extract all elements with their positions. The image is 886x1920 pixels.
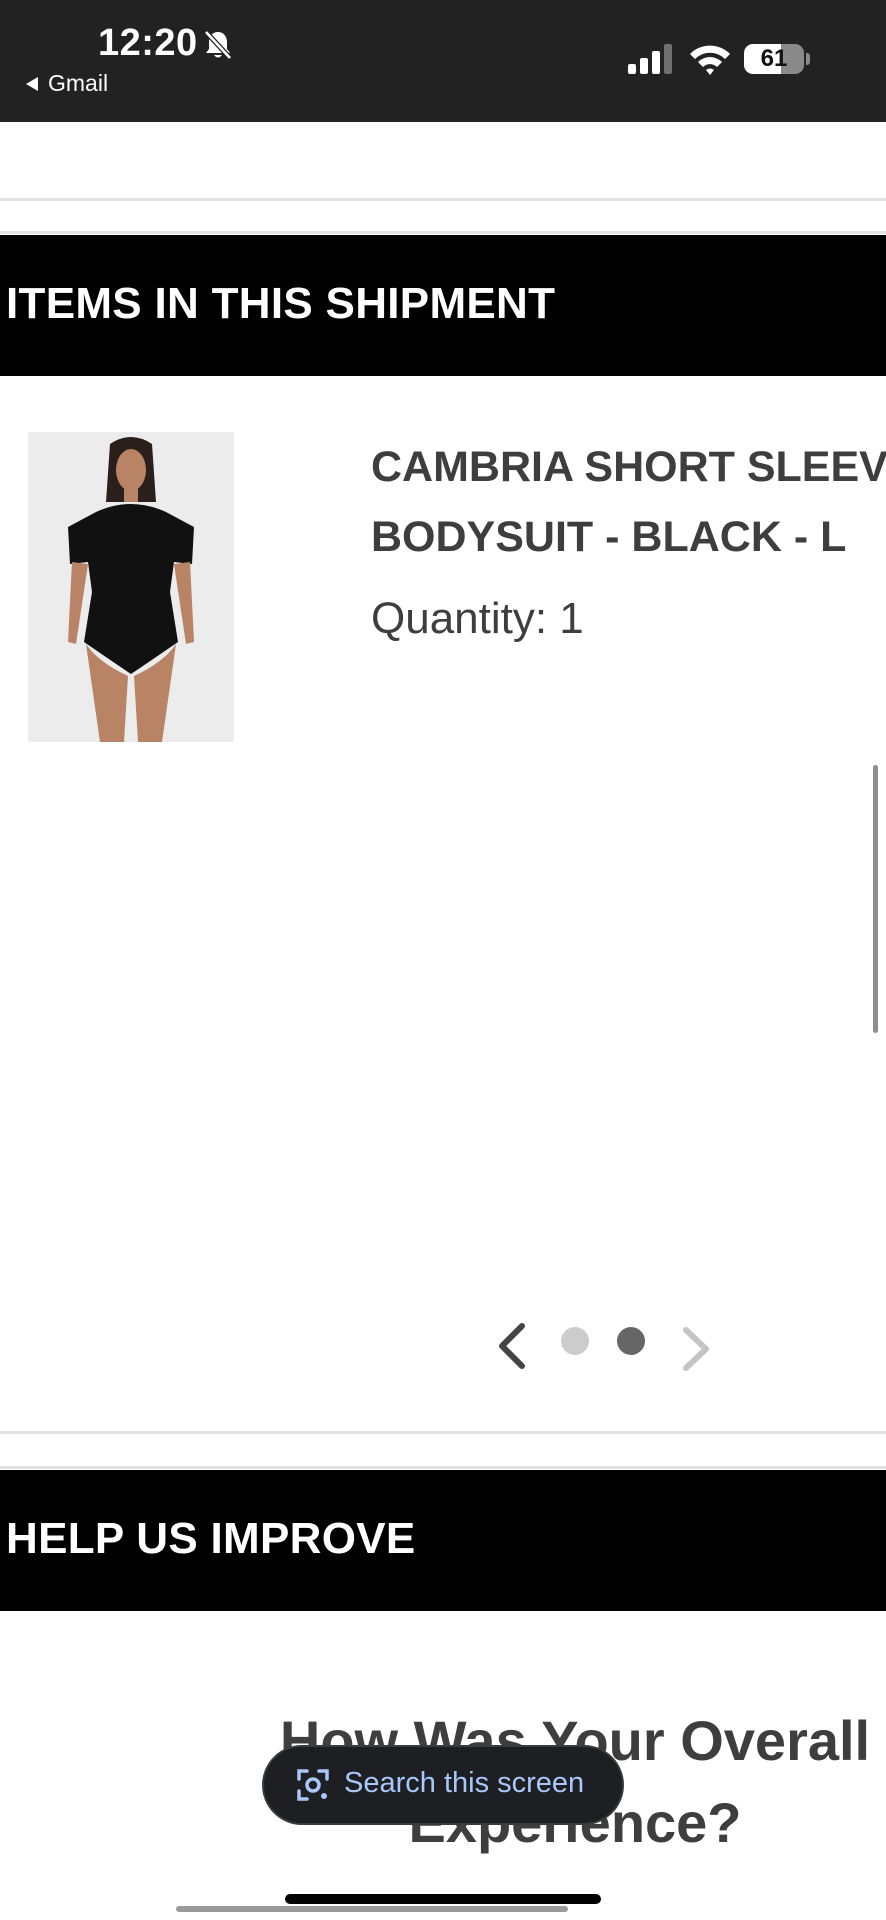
chevron-left-icon[interactable] <box>494 1322 528 1370</box>
divider <box>0 1466 886 1469</box>
search-this-screen-label: Search this screen <box>344 1767 585 1799</box>
search-this-screen-button[interactable]: Search this screen <box>262 1745 624 1825</box>
lens-icon <box>297 1769 329 1801</box>
product-image[interactable] <box>28 432 234 742</box>
status-bar: 12:20 Gmail 61 <box>0 0 886 122</box>
bodysuit-model-image <box>28 432 234 742</box>
divider <box>0 198 886 201</box>
battery-icon: 61 <box>744 44 804 74</box>
bell-slash-icon <box>204 30 232 60</box>
battery-nub <box>806 53 810 65</box>
carousel-dot[interactable] <box>617 1327 645 1355</box>
bottom-track <box>176 1906 568 1912</box>
improve-section-title: HELP US IMPROVE <box>6 1514 416 1563</box>
carousel-dot[interactable] <box>561 1327 589 1355</box>
wifi-icon <box>690 45 730 75</box>
improve-section-header: HELP US IMPROVE <box>0 1470 886 1611</box>
status-time: 12:20 <box>98 22 198 64</box>
shipment-section-header: ITEMS IN THIS SHIPMENT <box>0 235 886 376</box>
home-indicator[interactable] <box>285 1894 601 1904</box>
product-name[interactable]: CAMBRIA SHORT SLEEVE BODYSUIT - BLACK - … <box>371 432 886 572</box>
divider <box>0 231 886 234</box>
back-app-label: Gmail <box>48 70 109 96</box>
back-caret-icon <box>26 76 38 91</box>
shipment-section-title: ITEMS IN THIS SHIPMENT <box>6 279 556 328</box>
scroll-indicator[interactable] <box>873 765 878 1033</box>
back-to-app-link[interactable]: Gmail <box>26 70 108 97</box>
signal-icon <box>628 44 672 74</box>
chevron-right-icon[interactable] <box>680 1326 714 1372</box>
battery-level: 61 <box>760 45 788 72</box>
product-quantity: Quantity: 1 <box>371 594 584 643</box>
divider <box>0 1431 886 1434</box>
screen: 12:20 Gmail 61 ITEMS IN THIS SHIPMENT CA… <box>0 0 886 1920</box>
